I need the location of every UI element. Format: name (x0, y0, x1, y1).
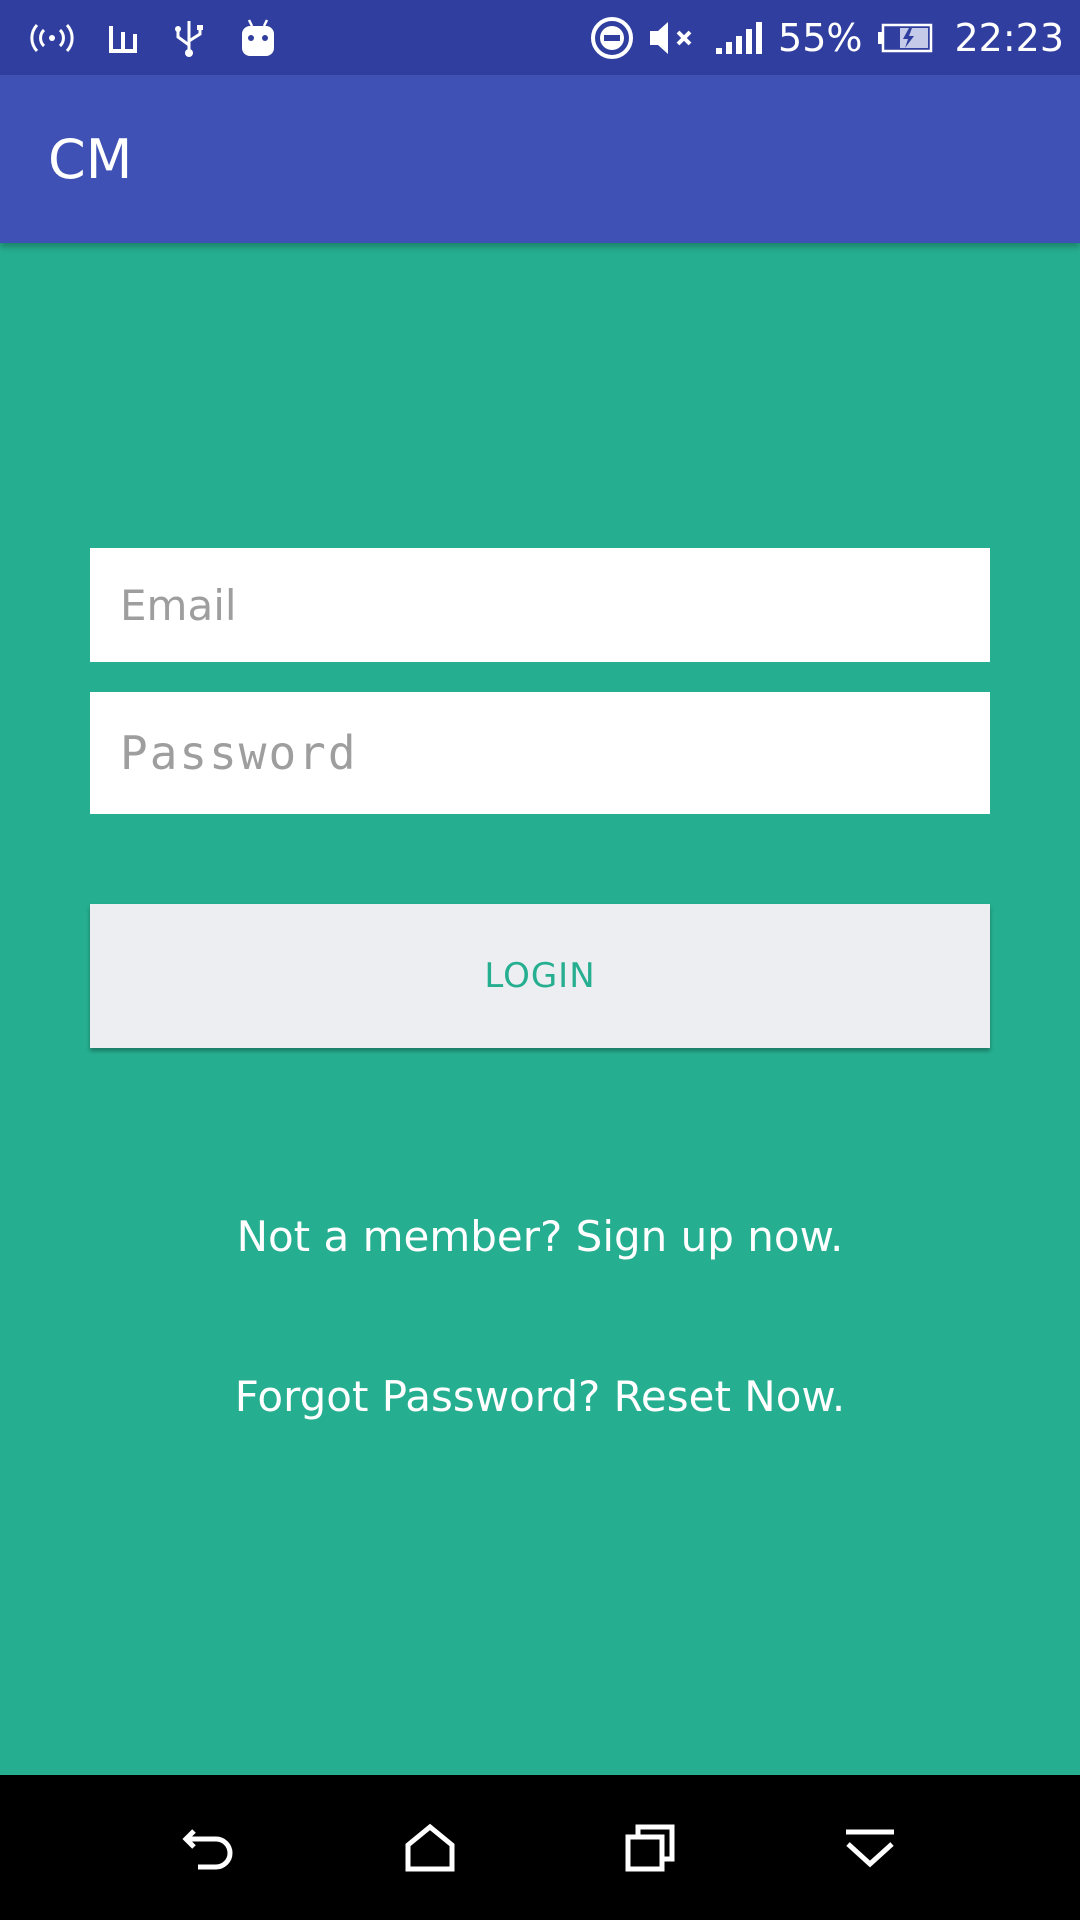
clock: 22:23 (954, 15, 1064, 60)
home-icon[interactable] (390, 1808, 470, 1888)
status-right-icons: 55% 22:23 (576, 16, 1064, 60)
navigation-bar (0, 1775, 1080, 1920)
muted-volume-icon (648, 18, 700, 58)
app-bar: CM (0, 75, 1080, 243)
wifi-hotspot-icon (30, 23, 74, 53)
do-not-disturb-icon (590, 16, 634, 60)
status-left-icons (30, 18, 310, 58)
signal-icon (714, 20, 764, 56)
back-icon[interactable] (170, 1808, 250, 1888)
battery-percent: 55% (778, 15, 863, 60)
reset-password-link[interactable]: Forgot Password? Reset Now. (0, 1372, 1080, 1421)
app-title: CM (48, 127, 133, 191)
usb-icon (172, 19, 206, 57)
password-field[interactable] (90, 692, 990, 814)
notifications-down-icon[interactable] (830, 1808, 910, 1888)
login-button[interactable]: LOGIN (90, 904, 990, 1048)
recents-icon[interactable] (610, 1808, 690, 1888)
signup-link[interactable]: Not a member? Sign up now. (0, 1212, 1080, 1261)
battery-charging-icon (876, 23, 934, 53)
email-field[interactable] (90, 548, 990, 662)
android-icon (240, 18, 276, 58)
status-bar: 55% 22:23 (0, 0, 1080, 75)
chart-bars-icon (108, 22, 138, 54)
